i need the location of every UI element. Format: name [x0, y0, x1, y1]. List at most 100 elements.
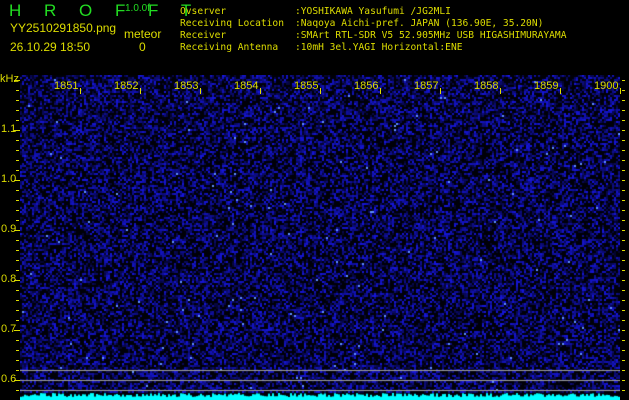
y-tick: [622, 80, 625, 81]
x-tick-label: 1856: [354, 80, 378, 92]
y-tick-label: 1.1: [1, 123, 16, 135]
x-tick: [80, 88, 81, 94]
y-tick: [16, 220, 19, 221]
version: 1.0.0f: [125, 3, 150, 14]
y-tick: [16, 210, 19, 211]
y-tick: [14, 80, 20, 81]
x-tick-label: 1900: [594, 80, 618, 92]
info-receiver: Receiver:SMArt RTL-SDR V5 52.905MHz USB …: [180, 30, 566, 42]
x-tick: [500, 88, 501, 94]
y-tick-label: 1.0: [1, 173, 16, 185]
y-tick: [622, 110, 625, 111]
meteor-label: meteor: [124, 27, 161, 41]
y-tick: [16, 200, 19, 201]
y-tick: [16, 270, 19, 271]
x-tick-label: 1852: [114, 80, 138, 92]
y-tick: [622, 390, 625, 391]
info-location: Receivinq Location:Naqoya Aichi-pref. JA…: [180, 18, 543, 30]
y-tick: [622, 370, 625, 371]
y-tick: [16, 290, 19, 291]
y-tick: [16, 300, 19, 301]
x-tick-label: 1853: [174, 80, 198, 92]
x-tick-label: 1855: [294, 80, 318, 92]
y-tick: [622, 240, 625, 241]
y-unit-label: kHz: [0, 73, 19, 85]
y-tick: [16, 100, 19, 101]
y-tick: [16, 320, 19, 321]
app-title: H R O F F T: [9, 1, 200, 21]
y-tick: [622, 230, 625, 231]
y-tick: [622, 350, 625, 351]
x-tick: [560, 88, 561, 94]
y-tick: [622, 380, 625, 381]
x-tick-label: 1851: [54, 80, 78, 92]
y-tick: [16, 390, 19, 391]
y-tick-label: 0.8: [1, 273, 16, 285]
x-tick-label: 1857: [414, 80, 438, 92]
meteor-count: 0: [139, 40, 146, 54]
y-tick: [622, 180, 625, 181]
y-tick: [622, 190, 625, 191]
spectrogram: [20, 75, 620, 400]
y-tick: [622, 300, 625, 301]
y-tick: [16, 340, 19, 341]
info-observer: Ovserver:YOSHIKAWA Yasufumi /JG2MLI: [180, 6, 451, 18]
x-tick: [620, 88, 621, 94]
y-tick: [622, 320, 625, 321]
y-tick: [16, 360, 19, 361]
y-tick: [16, 370, 19, 371]
y-tick: [14, 280, 20, 281]
y-tick: [16, 260, 19, 261]
y-tick: [14, 230, 20, 231]
y-tick: [16, 160, 19, 161]
y-tick: [622, 220, 625, 221]
y-tick: [622, 340, 625, 341]
y-tick-label: 0.7: [1, 323, 16, 335]
y-tick: [16, 90, 19, 91]
y-tick: [622, 170, 625, 171]
x-tick-label: 1854: [234, 80, 258, 92]
y-tick: [622, 270, 625, 271]
y-tick: [622, 100, 625, 101]
y-tick: [622, 200, 625, 201]
y-tick-label: 0.6: [1, 373, 16, 385]
y-tick: [14, 130, 20, 131]
x-tick: [260, 88, 261, 94]
y-tick: [16, 310, 19, 311]
info-antenna: Receiving Antenna:10mH 3el.YAGI Horizont…: [180, 42, 463, 54]
y-tick: [622, 360, 625, 361]
y-tick: [16, 250, 19, 251]
x-tick-label: 1859: [534, 80, 558, 92]
y-tick: [622, 160, 625, 161]
y-tick: [622, 120, 625, 121]
y-tick: [622, 310, 625, 311]
x-tick: [200, 88, 201, 94]
y-tick: [16, 170, 19, 171]
datetime: 26.10.29 18:50: [10, 40, 90, 54]
filename: YY2510291850.png: [10, 21, 116, 35]
y-tick: [16, 190, 19, 191]
x-tick: [380, 88, 381, 94]
y-tick: [622, 250, 625, 251]
y-tick-label: 0.9: [1, 223, 16, 235]
x-tick: [440, 88, 441, 94]
x-tick: [140, 88, 141, 94]
y-tick: [622, 290, 625, 291]
x-tick-label: 1858: [474, 80, 498, 92]
y-tick: [622, 150, 625, 151]
y-tick: [16, 110, 19, 111]
y-tick: [14, 380, 20, 381]
y-tick: [622, 260, 625, 261]
y-tick: [14, 330, 20, 331]
x-tick: [320, 88, 321, 94]
y-tick: [16, 240, 19, 241]
y-tick: [622, 130, 625, 131]
y-tick: [622, 90, 625, 91]
y-tick: [622, 280, 625, 281]
y-tick: [622, 140, 625, 141]
y-tick: [16, 350, 19, 351]
y-tick: [622, 210, 625, 211]
y-tick: [16, 150, 19, 151]
y-tick: [16, 120, 19, 121]
y-tick: [622, 330, 625, 331]
